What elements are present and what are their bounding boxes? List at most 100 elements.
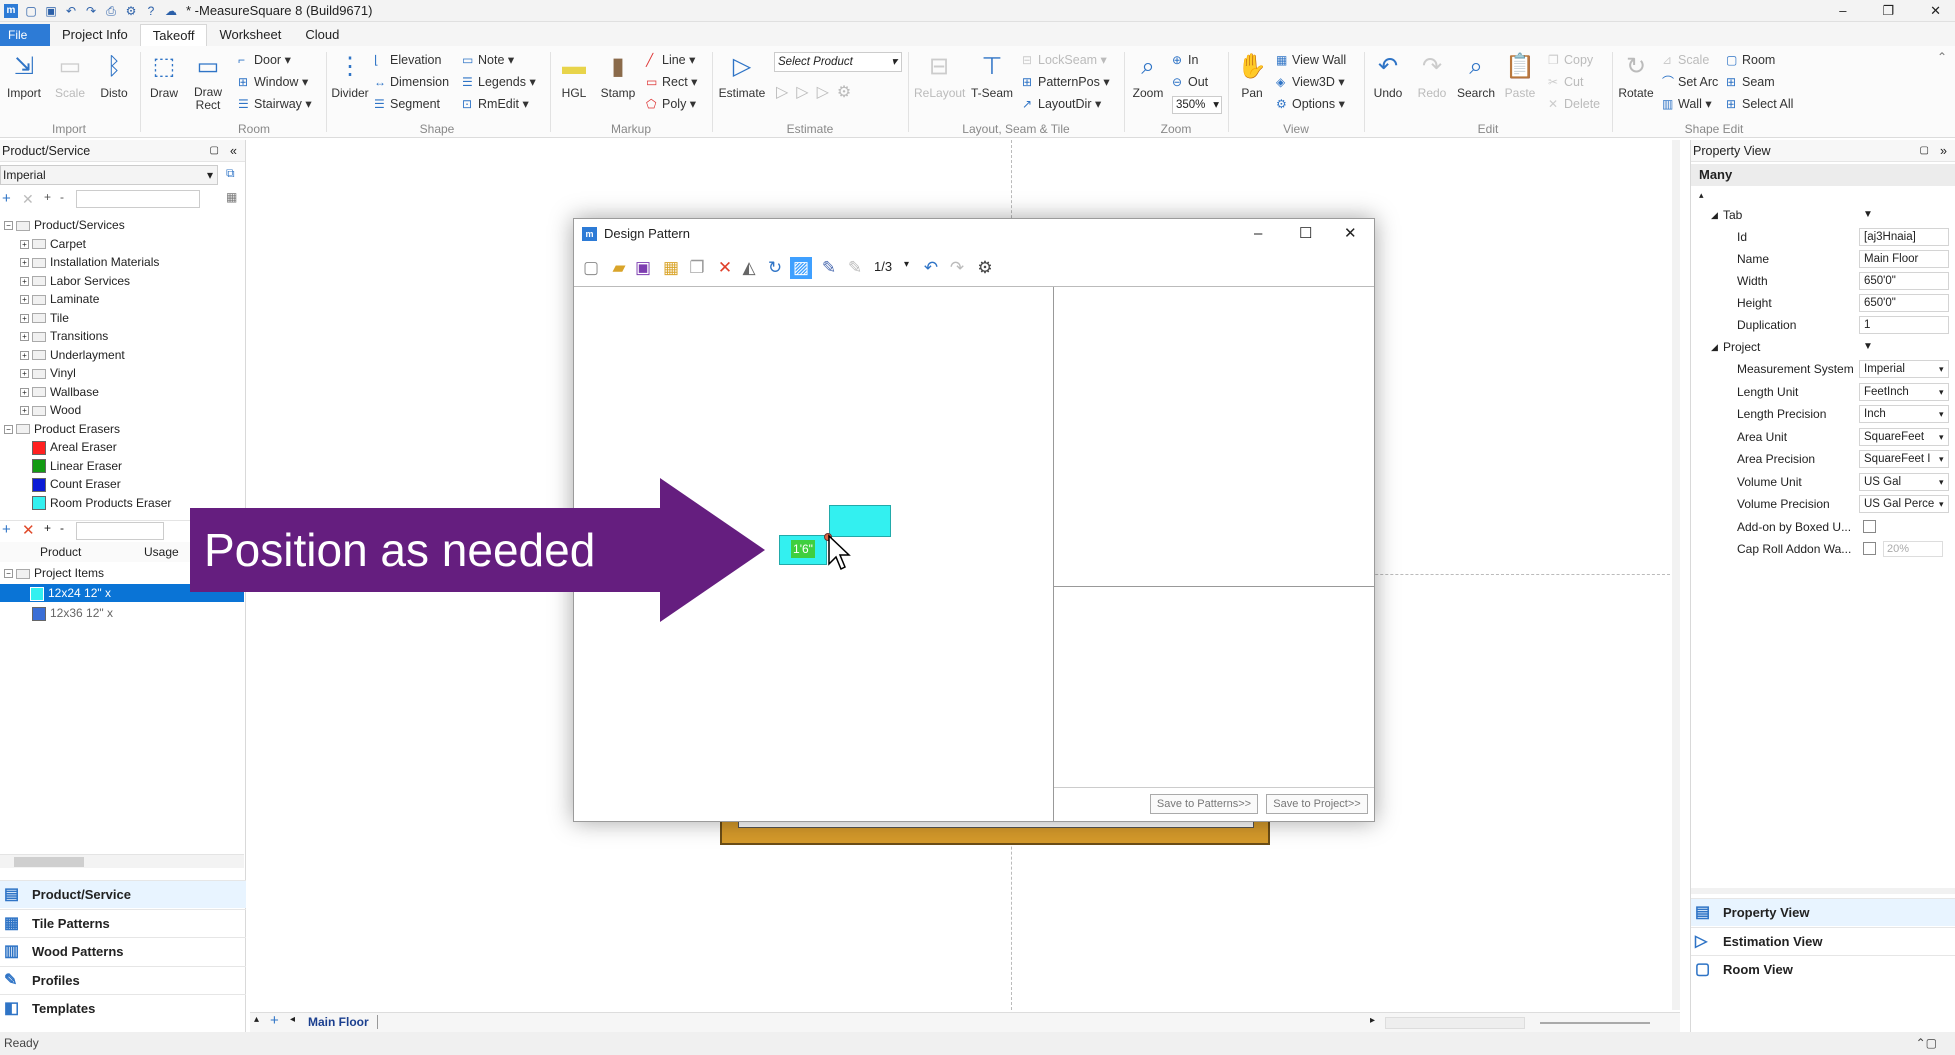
delete-item-icon[interactable]: ✕ <box>22 521 35 539</box>
tree-item[interactable]: + Installation Materials <box>20 253 159 271</box>
zoom-in-button[interactable]: ⊕ In <box>1172 50 1198 70</box>
collapse-icon[interactable]: − <box>4 221 13 231</box>
property-value[interactable]: FeetInch <box>1859 382 1949 401</box>
dropdown-icon[interactable]: ▾ <box>1939 471 1944 493</box>
settings-icon[interactable]: ⚙ <box>974 257 996 279</box>
horizontal-scrollbar[interactable] <box>0 854 244 868</box>
items-search-input[interactable] <box>76 522 164 540</box>
nav-template[interactable]: ◧ Templates <box>0 994 246 1022</box>
zoom-level-select[interactable]: 350% ▾ <box>1172 96 1222 114</box>
expand-icon[interactable]: + <box>20 350 29 360</box>
collapse-icon[interactable]: − <box>4 424 13 434</box>
collapse-icon[interactable]: ▴ <box>1699 190 1704 201</box>
draw-rect-button[interactable]: ▭ Draw Rect <box>186 52 230 112</box>
eraser-icon[interactable]: ✎ <box>844 257 866 279</box>
close-button[interactable]: ✕ <box>1930 0 1941 22</box>
help-icon[interactable]: ? <box>144 4 158 18</box>
save-to-patterns-button[interactable]: Save to Patterns>> <box>1150 794 1258 814</box>
page-dropdown-icon[interactable]: ▾ <box>904 259 909 270</box>
property-value[interactable]: Main Floor <box>1859 250 1949 268</box>
wall-button[interactable]: ▥ Wall ▾ <box>1662 94 1712 114</box>
dialog-maximize-button[interactable]: ☐ <box>1299 219 1312 249</box>
redo-icon[interactable]: ↷ <box>84 4 98 18</box>
expand-all-icon[interactable]: + <box>44 190 51 204</box>
set-arc-button[interactable]: ⌒ Set Arc <box>1662 72 1718 92</box>
collapse-all-icon[interactable]: - <box>60 190 64 204</box>
patternpos-button[interactable]: ⊞ PatternPos ▾ <box>1022 72 1110 92</box>
cut-button[interactable]: ✂ Cut <box>1548 72 1583 92</box>
ribbon-pin-icon[interactable]: ⌃ <box>1937 50 1947 64</box>
tile-shape[interactable] <box>829 505 891 537</box>
dimension-button[interactable]: ↔ Dimension <box>374 72 449 92</box>
property-value[interactable]: Imperial <box>1859 360 1949 378</box>
tree-item[interactable]: + Carpet <box>20 235 86 253</box>
estimate-button[interactable]: ▷ Estimate <box>716 52 768 100</box>
expand-icon[interactable]: + <box>20 332 29 342</box>
save-icon[interactable]: ▣ <box>44 4 58 18</box>
settings-icon[interactable]: ⚙ <box>124 4 138 18</box>
paste-button[interactable]: 📋 Paste <box>1498 52 1542 100</box>
dropdown-icon[interactable]: ▾ <box>1939 448 1944 470</box>
paint-icon[interactable]: ✎ <box>818 257 840 279</box>
minimize-button[interactable]: – <box>1839 0 1846 22</box>
project-items-node[interactable]: − Project Items <box>4 564 104 582</box>
lockseam-button[interactable]: ⊟ LockSeam ▾ <box>1022 50 1107 70</box>
zoom-out-button[interactable]: ⊖ Out <box>1172 72 1208 92</box>
zoom-slider[interactable] <box>1540 1022 1650 1024</box>
splitter[interactable] <box>1691 888 1955 894</box>
pan-button[interactable]: ✋ Pan <box>1230 52 1274 100</box>
col-usage[interactable]: Usage <box>144 542 179 562</box>
note-button[interactable]: ▭ Note ▾ <box>462 50 514 70</box>
tree-item[interactable]: + Labor Services <box>20 272 130 290</box>
property-value[interactable]: 650'0" <box>1859 272 1949 290</box>
window-button[interactable]: ⊞ Window ▾ <box>238 72 308 92</box>
save-to-project-button[interactable]: Save to Project>> <box>1266 794 1368 814</box>
unit-select[interactable]: Imperial ▾ <box>0 165 218 185</box>
expand-icon[interactable]: + <box>20 369 29 379</box>
property-value[interactable]: Inch <box>1859 405 1949 423</box>
tab-worksheet[interactable]: Worksheet <box>207 24 293 46</box>
tab-section-row[interactable]: ◢ Tab ▼ <box>1691 204 1955 226</box>
grid-icon[interactable]: ▦ <box>660 257 682 279</box>
expand-icon[interactable]: + <box>20 239 29 249</box>
mirror-icon[interactable]: ◭ <box>738 257 760 279</box>
legends-button[interactable]: ☰ Legends ▾ <box>462 72 536 92</box>
project-section-row[interactable]: ◢ Project ▼ <box>1691 336 1955 358</box>
import-button[interactable]: ⇲ Import <box>2 52 46 100</box>
nav-product[interactable]: ▤ Product/Service <box>0 880 246 908</box>
view3d-button[interactable]: ◈ View3D ▾ <box>1276 72 1345 92</box>
maximize-button[interactable]: ❐ <box>1882 0 1894 22</box>
dropdown-icon[interactable]: ▾ <box>1939 493 1944 515</box>
tree-item[interactable]: + Laminate <box>20 290 99 308</box>
layoutdir-button[interactable]: ↗ LayoutDir ▾ <box>1022 94 1101 114</box>
rmedit-button[interactable]: ⊡ RmEdit ▾ <box>462 94 529 114</box>
segment-button[interactable]: ☰ Segment <box>374 94 440 114</box>
undo-icon[interactable]: ↶ <box>920 257 942 279</box>
property-value[interactable]: SquareFeet I <box>1859 450 1949 468</box>
expand-icon[interactable]: + <box>20 406 29 416</box>
view-wall-button[interactable]: ▦ View Wall <box>1276 50 1346 70</box>
property-value[interactable]: [aj3Hnaia] <box>1859 228 1949 246</box>
cloud-icon[interactable]: ☁ <box>164 4 178 18</box>
room-select-button[interactable]: ▢ Room <box>1726 50 1775 70</box>
canvas-hscrollbar[interactable] <box>1385 1017 1525 1029</box>
tab-cloud[interactable]: Cloud <box>293 24 351 46</box>
nav-tile-pattern[interactable]: ▦ Tile Patterns <box>0 908 246 937</box>
dropdown-icon[interactable]: ▾ <box>1939 358 1944 380</box>
col-product[interactable]: Product <box>40 542 81 562</box>
scroll-right-icon[interactable]: ▸ <box>1370 1015 1375 1026</box>
filter-icon[interactable]: ▼ <box>1863 204 1873 226</box>
divider-button[interactable]: ⋮ Divider <box>328 52 372 100</box>
copy-button[interactable]: ❐ Copy <box>1548 50 1593 70</box>
tree-item[interactable]: − Product Erasers <box>4 420 120 438</box>
expand-icon[interactable]: + <box>20 295 29 305</box>
checkbox[interactable] <box>1863 542 1876 555</box>
checkbox[interactable] <box>1863 519 1876 533</box>
float-icon[interactable]: ▢ <box>1920 140 1929 162</box>
link-icon[interactable]: ⧉ <box>226 166 235 181</box>
tree-item[interactable]: + Underlayment <box>20 346 125 364</box>
float-icon[interactable]: ▢ <box>210 140 219 162</box>
tab-main-floor[interactable]: Main Floor <box>308 1015 378 1029</box>
nav-property-view[interactable]: ▤ Property View <box>1691 898 1955 926</box>
dropdown-icon[interactable]: ▾ <box>1939 381 1944 403</box>
